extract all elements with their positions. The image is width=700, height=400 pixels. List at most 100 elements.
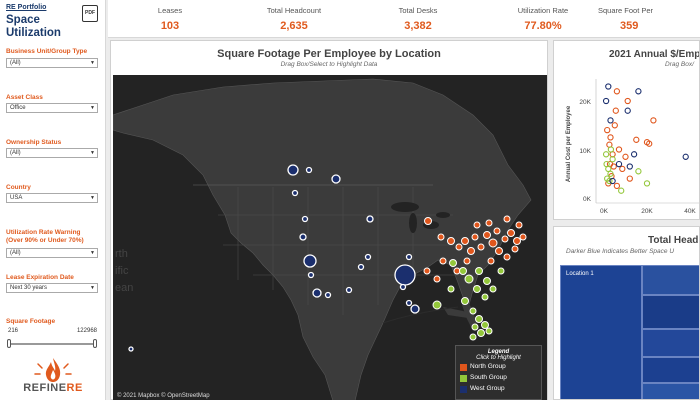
scatter-point-north-group[interactable] <box>624 97 631 105</box>
scatter-point-west-group[interactable] <box>602 97 610 105</box>
page-title-line1: Space <box>6 14 40 26</box>
country-select[interactable]: USA ▼ <box>6 193 98 203</box>
filter-label-asset-class: Asset Class <box>6 94 43 101</box>
asset-class-value: Office <box>10 105 26 111</box>
lease-expiration-value: Next 30 years <box>10 285 48 291</box>
scatter-point-north-group[interactable] <box>622 153 629 160</box>
map-marker-north <box>463 257 471 265</box>
map-marker-north <box>471 233 479 241</box>
scatter-point-north-group[interactable] <box>612 107 619 114</box>
treemap-cell[interactable] <box>642 329 699 357</box>
utilization-warning-select[interactable]: (All) ▼ <box>6 248 98 258</box>
scatter-point-north-group[interactable] <box>650 117 657 124</box>
map-marker-north <box>488 238 498 248</box>
legend-item-west-group[interactable]: West Group <box>456 384 541 394</box>
kpi-total-desks: Total Desks 3,382 <box>363 6 473 32</box>
square-footage-min-handle[interactable] <box>7 339 11 348</box>
legend-swatch <box>460 375 467 382</box>
square-footage-min: 216 <box>8 328 19 334</box>
scatter-point-west-group[interactable] <box>607 117 614 124</box>
asset-class-select[interactable]: Office ▼ <box>6 103 98 113</box>
square-footage-slider-track[interactable] <box>9 343 96 345</box>
kpi-square-foot-per: Square Foot Per 359 <box>592 6 700 32</box>
scatter-point-north-group[interactable] <box>604 126 611 134</box>
map-marker-north <box>519 233 527 241</box>
treemap[interactable]: Location 1 <box>560 265 699 399</box>
map-marker-south <box>489 285 497 293</box>
scatter-plot[interactable]: 20K 10K 0K 0K 20K 40K <box>554 41 700 220</box>
map-marker-north <box>483 231 491 239</box>
scatter-point-south-group[interactable] <box>602 151 610 158</box>
scatter-point-west-group[interactable] <box>626 163 633 170</box>
square-footage-max-handle[interactable] <box>93 339 97 348</box>
treemap-cell[interactable] <box>642 265 699 295</box>
x-tick-label: 40K <box>684 208 696 215</box>
map-marker-south <box>481 321 489 329</box>
scatter-point-north-group[interactable] <box>613 88 621 95</box>
map-marker-south <box>464 274 474 284</box>
map-marker-west <box>307 271 315 279</box>
legend-item-south-group[interactable]: South Group <box>456 373 541 383</box>
scatter-point-north-group[interactable] <box>611 122 618 129</box>
kpi-value: 3,382 <box>404 20 432 32</box>
lease-expiration-select[interactable]: Next 30 years ▼ <box>6 283 98 293</box>
map-marker-north <box>439 257 447 265</box>
scatter-point-west-group[interactable] <box>630 151 638 158</box>
scatter-point-west-group[interactable] <box>624 107 631 114</box>
map-marker-south <box>481 293 489 301</box>
map-marker-south <box>475 267 483 275</box>
chevron-down-icon: ▼ <box>90 285 95 291</box>
scatter-point-north-group[interactable] <box>607 134 614 141</box>
treemap-cell[interactable] <box>642 295 699 329</box>
refinere-logo: REFINERE <box>6 356 100 396</box>
scatter-point-south-group[interactable] <box>607 146 615 153</box>
scatter-point-north-group[interactable] <box>615 146 623 153</box>
scatter-point-west-group[interactable] <box>635 88 642 95</box>
breadcrumb-re-portfolio[interactable]: RE Portfolio <box>6 4 46 11</box>
kpi-bar: Leases 103 Total Headcount 2,635 Total D… <box>108 0 700 38</box>
legend-swatch <box>460 386 467 393</box>
map-marker-south <box>485 327 493 335</box>
filter-label-square-footage: Square Footage <box>6 318 56 325</box>
map-marker-south <box>447 285 455 293</box>
scatter-points <box>602 83 689 194</box>
scatter-point-north-group[interactable] <box>619 165 626 173</box>
scatter-point-west-group[interactable] <box>609 177 616 185</box>
map-marker-north <box>477 243 485 251</box>
map-marker-north <box>503 215 511 223</box>
map-marker-west <box>303 254 317 268</box>
treemap-cell-location-1[interactable]: Location 1 <box>560 265 642 399</box>
map-marker-west <box>128 346 134 352</box>
scatter-point-west-group[interactable] <box>615 160 623 168</box>
filter-label-ownership-status: Ownership Status <box>6 139 62 146</box>
ownership-status-select[interactable]: (All) ▼ <box>6 148 98 158</box>
map-marker-north <box>473 221 481 229</box>
map-copyright: © 2021 Mapbox © OpenStreetMap <box>117 393 210 399</box>
business-unit-select[interactable]: (All) ▼ <box>6 58 98 68</box>
scatter-point-north-group[interactable] <box>613 182 621 190</box>
pdf-export-button[interactable]: PDF <box>82 5 98 22</box>
scatter-point-west-group[interactable] <box>605 83 612 90</box>
map-marker-west <box>364 253 372 261</box>
map-marker-south <box>475 315 483 323</box>
pdf-icon: PDF <box>85 10 95 16</box>
map-marker-north <box>507 229 515 237</box>
scatter-point-south-group[interactable] <box>618 187 625 194</box>
y-tick-label: 0K <box>583 196 592 203</box>
map-marker-south <box>432 300 442 310</box>
legend-item-north-group[interactable]: North Group <box>456 362 541 372</box>
scatter-point-south-group[interactable] <box>603 160 610 168</box>
scatter-point-north-group[interactable] <box>633 136 640 143</box>
map-marker-south <box>459 267 467 275</box>
treemap-cell[interactable] <box>642 357 699 383</box>
scatter-point-north-group[interactable] <box>626 175 633 182</box>
map-title: Square Footage Per Employee by Location <box>217 48 441 60</box>
scatter-point-south-group[interactable] <box>635 168 642 175</box>
map-marker-west <box>405 253 413 261</box>
scatter-point-west-group[interactable] <box>682 153 689 160</box>
kpi-value: 2,635 <box>280 20 308 32</box>
treemap-cell[interactable] <box>642 383 699 399</box>
map-marker-north <box>515 221 523 229</box>
y-tick-label: 10K <box>579 148 591 155</box>
scatter-point-south-group[interactable] <box>643 180 651 187</box>
